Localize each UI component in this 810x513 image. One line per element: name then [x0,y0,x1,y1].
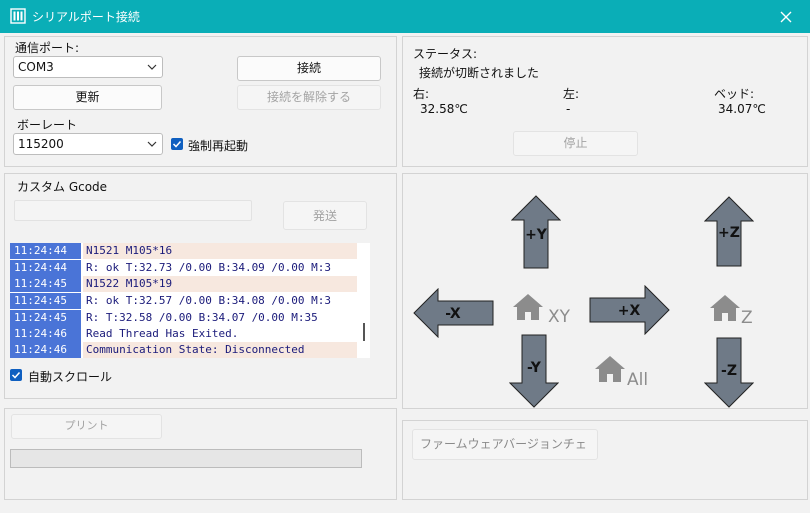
connect-button[interactable]: 接続 [237,56,381,81]
chevron-down-icon [147,141,157,147]
close-icon[interactable] [776,7,796,27]
log-row: 11:24:46 Communication State: Disconnect… [10,342,357,358]
force-reset-checkbox[interactable] [171,138,183,150]
port-label: 通信ポート: [15,41,80,55]
gcode-title: カスタム Gcode [17,180,108,194]
send-button[interactable]: 発送 [283,201,367,230]
log-row: 11:24:45 N1522 M105*19 [10,276,357,292]
jog-plus-y-button[interactable]: +Y [511,195,561,269]
log-row: 11:24:45 R: T:32.58 /0.00 B:34.07 /0.00 … [10,310,357,326]
home-icon [595,356,625,382]
firmware-version-check-button[interactable]: ファームウェアバージョンチェ [412,429,598,460]
baud-label: ボーレート [17,118,78,132]
left-temp-label: 左: [563,87,580,101]
log-row: 11:24:45 R: ok T:32.57 /0.00 B:34.08 /0.… [10,293,357,309]
port-select[interactable]: COM3 [13,56,163,78]
home-all-label: All [627,370,648,387]
right-temp-label: 右: [413,87,430,101]
disconnect-button[interactable]: 接続を解除する [237,85,381,110]
stop-button[interactable]: 停止 [513,131,638,156]
title-bar: シリアルポート接続 [0,0,810,33]
log-row: 11:24:46 Read Thread Has Exited. [10,326,357,342]
gcode-input[interactable] [14,200,252,221]
log-timestamp: 11:24:46 [10,326,81,342]
log-timestamp: 11:24:45 [10,293,81,309]
print-progress-bar [10,449,362,468]
window-client: 通信ポート: COM3 更新 ボーレート 115200 強制再起動 接続 接続を… [0,33,810,513]
force-reset-label: 強制再起動 [188,139,249,153]
log-message: Communication State: Disconnected [83,342,357,358]
home-icon [513,294,543,320]
status-value: 接続が切断されました [419,66,540,80]
port-select-value: COM3 [18,60,54,74]
log-timestamp: 11:24:44 [10,243,81,259]
checkmark-icon [172,140,182,148]
plus-y-label: +Y [525,227,548,243]
chevron-down-icon [147,64,157,70]
plus-z-label: +Z [718,225,740,241]
status-label: ステータス: [413,47,478,61]
minus-z-label: -Z [721,363,737,379]
autoscroll-label: 自動スクロール [28,370,113,384]
log-message: R: ok T:32.73 /0.00 B:34.09 /0.00 M:3 [86,261,332,274]
log-timestamp: 11:24:45 [10,310,81,326]
jog-minus-z-button[interactable]: -Z [704,337,754,408]
jog-minus-x-button[interactable]: -X [413,288,494,338]
log-row: 11:24:44 R: ok T:32.73 /0.00 B:34.09 /0.… [10,260,357,276]
home-all-button[interactable]: All [594,355,654,387]
minus-y-label: -Y [527,360,542,376]
log-scrollbar[interactable] [363,323,365,341]
left-temp-value: - [566,102,571,116]
right-temp-value: 32.58℃ [420,102,468,116]
connection-panel: 通信ポート: COM3 更新 ボーレート 115200 強制再起動 接続 接続を… [4,36,397,167]
serial-app-icon [10,8,26,24]
log-message: N1521 M105*16 [83,243,357,259]
log-message: N1522 M105*19 [83,276,357,292]
print-button[interactable]: プリント [11,414,162,439]
checkmark-icon [11,371,21,379]
jog-plus-x-button[interactable]: +X [589,285,670,335]
window-title: シリアルポート接続 [32,10,140,24]
home-z-label: Z [741,308,753,326]
minus-x-label: -X [445,306,461,322]
home-xy-button[interactable]: XY [512,293,578,325]
baud-select[interactable]: 115200 [13,133,163,155]
home-z-button[interactable]: Z [709,294,757,326]
status-panel: ステータス: 接続が切断されました 右: 32.58℃ 左: - ベッド: 34… [402,36,808,167]
home-xy-label: XY [548,307,571,325]
log-timestamp: 11:24:46 [10,342,81,358]
log-message: R: T:32.58 /0.00 B:34.07 /0.00 M:35 [86,311,318,324]
baud-select-value: 115200 [18,137,64,151]
log-message: Read Thread Has Exited. [86,327,239,340]
log-timestamp: 11:24:45 [10,276,81,292]
refresh-button[interactable]: 更新 [13,85,162,110]
gcode-log[interactable]: 11:24:44 N1521 M105*16 11:24:44 R: ok T:… [10,243,370,358]
log-timestamp: 11:24:44 [10,260,81,276]
log-row: 11:24:44 N1521 M105*16 [10,243,357,259]
jog-minus-y-button[interactable]: -Y [509,334,559,408]
jog-plus-z-button[interactable]: +Z [704,196,754,267]
bed-temp-value: 34.07℃ [718,102,766,116]
log-message: R: ok T:32.57 /0.00 B:34.08 /0.00 M:3 [86,294,332,307]
autoscroll-checkbox[interactable] [10,369,22,381]
bed-temp-label: ベッド: [714,87,755,101]
home-icon [710,295,740,321]
plus-x-label: +X [618,303,641,319]
